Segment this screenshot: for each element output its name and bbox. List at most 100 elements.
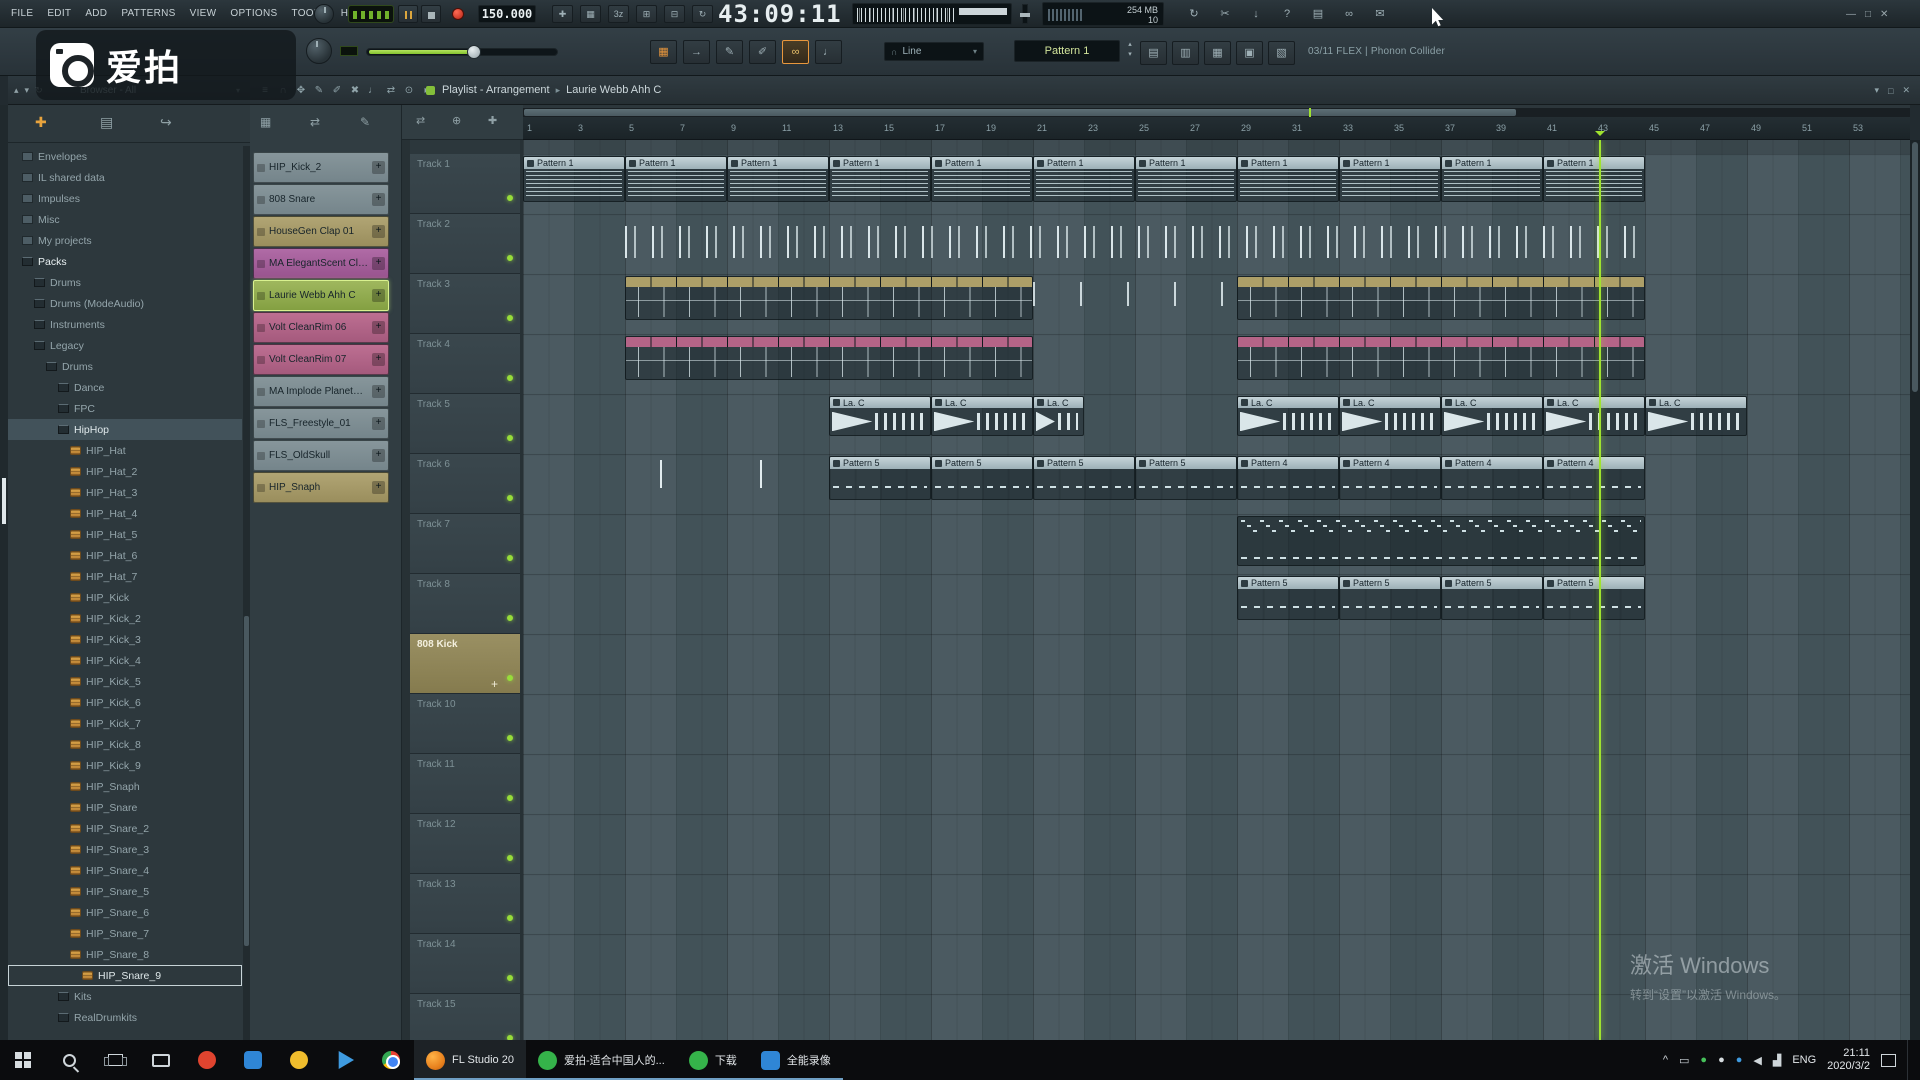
clip-pattern-1[interactable]: Pattern 1 [1543,156,1645,202]
clip-source-ma-implode-planetar[interactable]: MA Implode Planetar...+ [253,376,389,407]
action-center-icon[interactable] [1881,1054,1896,1067]
clip-pattern-1[interactable]: Pattern 1 [829,156,931,202]
tree-item-hip-kick-2[interactable]: HIP_Kick_2 [8,608,242,629]
pattern-selector[interactable]: Pattern 1 [1014,40,1120,62]
clip-pattern-1[interactable]: Pattern 1 [523,156,625,202]
clip-pattern-1[interactable]: Pattern 1 [1237,156,1339,202]
download-icon[interactable]: ↓ [1246,4,1266,24]
sync-icon[interactable]: ↻ [1184,4,1204,24]
track-activity-led[interactable] [507,435,513,441]
clip-la-c[interactable]: La. C [1441,396,1543,436]
tree-item-hip-snare-2[interactable]: HIP_Snare_2 [8,818,242,839]
browser-scrollbar[interactable] [243,146,250,1040]
track-activity-led[interactable] [507,495,513,501]
clip-la-c[interactable]: La. C [1339,396,1441,436]
clip-cpink[interactable] [1237,336,1645,380]
add-to-playlist-button[interactable]: + [372,257,385,270]
edit-icon[interactable]: ✎ [360,115,370,129]
snap-selector[interactable]: ∩ Line ▾ [884,42,984,61]
add-to-playlist-button[interactable]: + [372,193,385,206]
clip-sparse[interactable] [1033,276,1237,318]
track-header-track-11[interactable]: Track 11 [410,754,520,814]
link-tool-icon[interactable]: ∞ [782,40,809,64]
track-activity-led[interactable] [507,855,513,861]
add-to-playlist-button[interactable]: + [372,353,385,366]
clip-source-volt-cleanrim-06[interactable]: Volt CleanRim 06+ [253,312,389,343]
clip-source-ma-elegantscent-clap[interactable]: MA ElegantScent Clap+ [253,248,389,279]
tree-item-hip-kick-8[interactable]: HIP_Kick_8 [8,734,242,755]
scrollbar-thumb[interactable] [524,109,1516,116]
clip-pattern-1[interactable]: Pattern 1 [931,156,1033,202]
tree-item-hip-snare-7[interactable]: HIP_Snare_7 [8,923,242,944]
clip-la-c[interactable]: La. C [1237,396,1339,436]
countdown-icon[interactable]: ⊞ [636,5,657,23]
clip-source-hip-snaph[interactable]: HIP_Snaph+ [253,472,389,503]
clip-source-housegen-clap-01[interactable]: HouseGen Clap 01+ [253,216,389,247]
tree-item-hip-hat-5[interactable]: HIP_Hat_5 [8,524,242,545]
clip-pattern-5[interactable]: Pattern 5 [1339,576,1441,620]
add-to-playlist-button[interactable]: + [372,321,385,334]
zoom-tool-icon[interactable]: ⊙ [402,83,416,99]
mini-fader[interactable] [1022,4,1028,24]
add-to-playlist-button[interactable]: + [372,289,385,302]
add-to-playlist-button[interactable]: + [372,225,385,238]
tree-item-misc[interactable]: Misc [8,209,242,230]
clip-pattern-4[interactable]: Pattern 4 [1543,456,1645,500]
tree-item-kits[interactable]: Kits [8,986,242,1007]
help-icon[interactable]: ? [1277,4,1297,24]
hidden-icons-chevron[interactable]: ^ [1663,1054,1668,1066]
track-header-track-12[interactable]: Track 12 [410,814,520,874]
tree-item-hip-hat-3[interactable]: HIP_Hat_3 [8,482,242,503]
track-header-track-6[interactable]: Track 6 [410,454,520,514]
playhead-line[interactable] [1599,140,1601,1040]
blend-notes-icon[interactable]: ⊟ [664,5,685,23]
spinner-up-icon[interactable]: ▴ [1124,40,1136,50]
clip-pattern-4[interactable]: Pattern 4 [1441,456,1543,500]
tree-item-hip-hat[interactable]: HIP_Hat [8,440,242,461]
track-activity-led[interactable] [507,375,513,381]
step-sequencer-icon[interactable]: ▦ [650,40,677,64]
clip-source-fls-oldskull[interactable]: FLS_OldSkull+ [253,440,389,471]
track-activity-led[interactable] [507,975,513,981]
taskbar-app-[interactable]: 下载 [677,1040,749,1080]
tempo-display[interactable]: 150.000 [478,5,536,23]
tree-item-hip-snare-6[interactable]: HIP_Snare_6 [8,902,242,923]
master-volume-slider[interactable] [366,48,558,56]
clip-pattern-4[interactable]: Pattern 4 [1339,456,1441,500]
track-activity-led[interactable] [507,195,513,201]
playlist-grid[interactable]: Pattern 1Pattern 1Pattern 1Pattern 1Patt… [523,140,1910,1040]
clip-la-c[interactable]: La. C [1033,396,1084,436]
playlist-close-icon[interactable]: ✕ [1902,85,1910,96]
minimize-button[interactable]: — [1846,9,1856,20]
add-track-button[interactable]: + [491,677,498,691]
metronome-icon[interactable]: ▦ [580,5,601,23]
pinned-player-app-icon[interactable] [322,1040,368,1080]
note-tool-icon[interactable]: ♩ [815,40,842,64]
track-activity-led[interactable] [507,255,513,261]
clip-pattern-1[interactable]: Pattern 1 [625,156,727,202]
track-header-808-kick[interactable]: 808 Kick+ [410,634,520,694]
taskbar-app-[interactable]: 爱拍-适合中国人的... [526,1040,677,1080]
pinned-yellow-app-icon[interactable] [276,1040,322,1080]
clip-pattern-5[interactable]: Pattern 5 [1441,576,1543,620]
stop-button[interactable] [421,5,441,23]
song-mode-icon[interactable]: → [683,40,710,64]
taskbar-clock[interactable]: 21:11 2020/3/2 [1827,1047,1870,1073]
taskbar-app-fl-studio-20[interactable]: FL Studio 20 [414,1040,526,1080]
tree-item-hip-kick-3[interactable]: HIP_Kick_3 [8,629,242,650]
clip-pattern-5[interactable]: Pattern 5 [1135,456,1237,500]
tree-item-hip-kick-4[interactable]: HIP_Kick_4 [8,650,242,671]
network-icon[interactable]: ▟ [1773,1054,1781,1067]
slip-tool-icon[interactable]: ⇄ [384,83,398,99]
master-volume-knob[interactable] [306,38,332,64]
track-header-track-4[interactable]: Track 4 [410,334,520,394]
track-header-track-3[interactable]: Track 3 [410,274,520,334]
clip-pattern-1[interactable]: Pattern 1 [1339,156,1441,202]
track-activity-led[interactable] [507,555,513,561]
collections-icon[interactable]: ▤ [100,114,113,131]
tree-item-hip-hat-4[interactable]: HIP_Hat_4 [8,503,242,524]
input-language[interactable]: ENG [1792,1054,1816,1066]
scrollbar-thumb[interactable] [1912,142,1918,392]
search-button[interactable] [46,1040,92,1080]
clip-pattern-1[interactable]: Pattern 1 [1033,156,1135,202]
